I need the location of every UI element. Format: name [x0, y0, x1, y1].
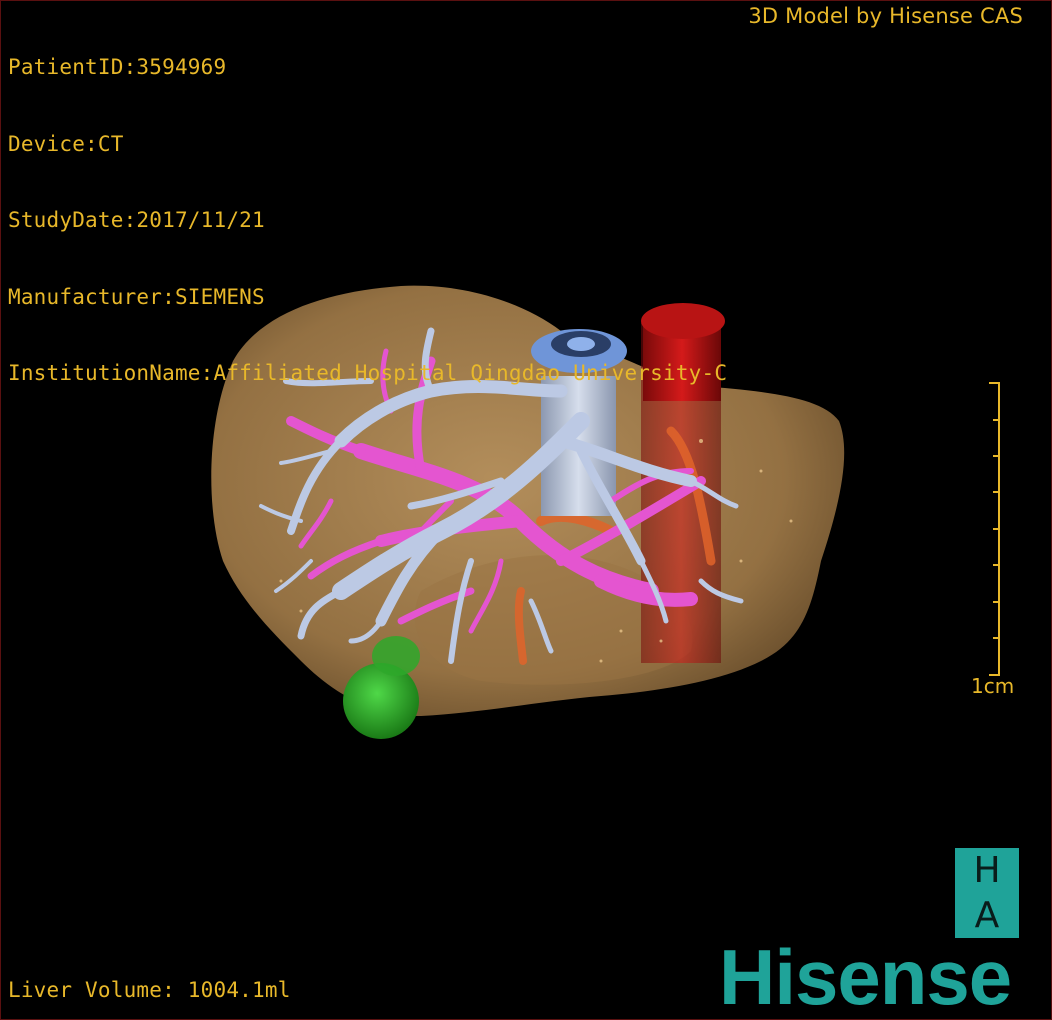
dicom-info: PatientID:3594969 Device:CT StudyDate:20…	[8, 4, 727, 438]
scale-bar	[989, 382, 1000, 676]
patient-id: PatientID:3594969	[8, 55, 227, 79]
ha-logo: H A	[955, 848, 1019, 938]
hisense-logo: Hisense	[719, 933, 1012, 1020]
liver-volume: Liver Volume: 1004.1ml	[8, 978, 291, 1002]
logo-letter-h: H	[973, 850, 1001, 891]
manufacturer: Manufacturer:SIEMENS	[8, 284, 265, 309]
model-credit: 3D Model by Hisense CAS	[748, 4, 1023, 28]
study-date: StudyDate:2017/11/21	[8, 208, 265, 232]
institution-name: InstitutionName:Affiliated Hospital Qing…	[8, 361, 728, 385]
scale-label: 1cm	[971, 674, 1015, 698]
logo-letter-a: A	[974, 895, 1000, 936]
device: Device:CT	[8, 131, 124, 156]
3d-viewport[interactable]: PatientID:3594969 Device:CT StudyDate:20…	[0, 0, 1052, 1020]
